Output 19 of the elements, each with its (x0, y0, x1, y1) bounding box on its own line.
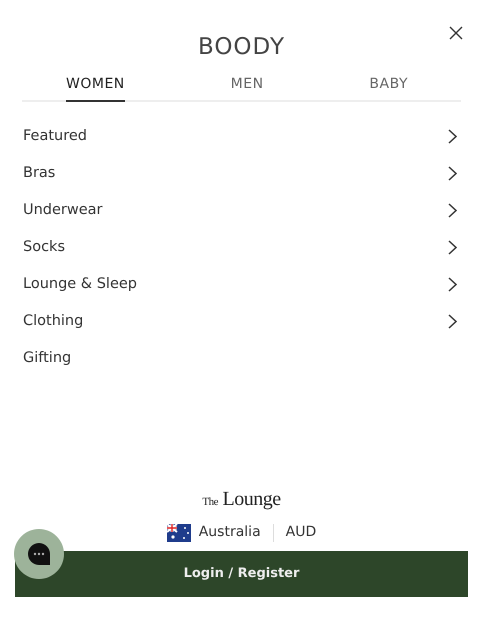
flag-icon (166, 524, 191, 542)
lounge-logo[interactable]: The Lounge (202, 484, 281, 514)
category-tab[interactable]: MEN (230, 72, 264, 102)
login-button[interactable]: Login / Register (15, 551, 468, 597)
menu-item[interactable]: Socks (0, 229, 483, 266)
country-link[interactable]: Australia (198, 522, 261, 543)
close-button[interactable] (447, 24, 465, 42)
currency-link[interactable]: AUD (286, 522, 316, 543)
menu-item[interactable]: Featured (0, 118, 483, 155)
menu-item[interactable]: Gifting (0, 340, 483, 377)
brand-logo[interactable]: BOODY (198, 30, 286, 64)
category-tab[interactable]: WOMEN (66, 72, 125, 102)
menu-item[interactable]: Clothing (0, 303, 483, 340)
menu-item[interactable]: Underwear (0, 192, 483, 229)
category-tab[interactable]: BABY (369, 72, 408, 102)
chat-button[interactable] (14, 529, 64, 579)
menu-item[interactable]: Bras (0, 155, 483, 192)
chat-bubble-icon (27, 542, 51, 566)
menu-item[interactable]: Lounge & Sleep (0, 266, 483, 303)
